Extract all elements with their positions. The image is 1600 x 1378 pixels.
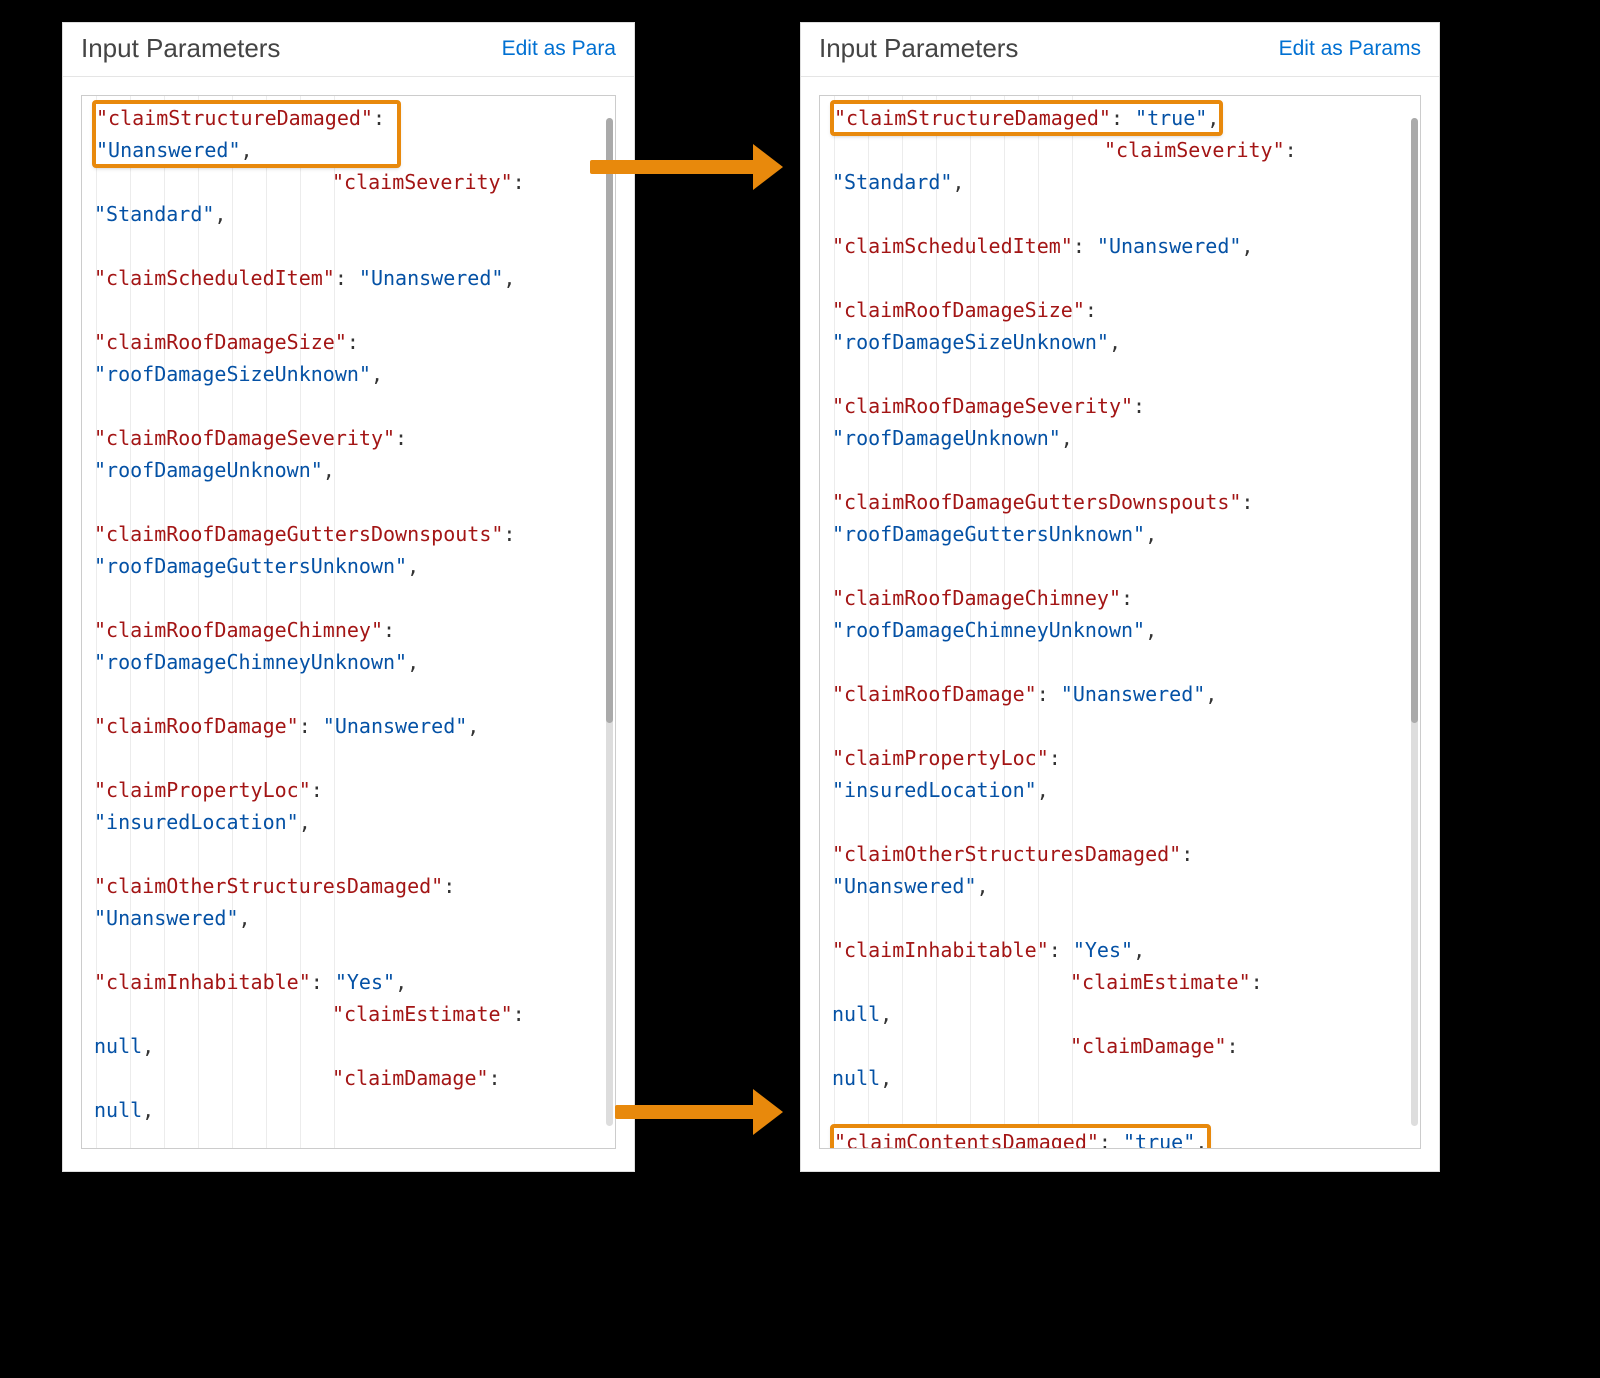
blank-line [824,550,1416,582]
blank-line [824,262,1416,294]
json-line: "claimStructureDamaged": "true", [824,102,1416,134]
json-line: "claimRoofDamageChimney": "roofDamageChi… [86,614,611,678]
json-line: "claimRoofDamageSeverity": "roofDamageUn… [824,390,1416,454]
code-area-wrap: "claimStructureDamaged": "true","claimSe… [801,77,1439,1167]
edit-as-params-link[interactable]: Edit as Para [502,37,616,61]
json-line: "claimStructureDamaged": "Unanswered", [86,102,611,166]
arrow-icon [615,1105,755,1119]
json-line: "claimPropertyLoc": "insuredLocation", [824,742,1416,806]
blank-line [824,454,1416,486]
json-line: "claimRoofDamageSize": "roofDamageSizeUn… [824,294,1416,358]
blank-line [86,678,611,710]
json-line: "claimScheduledItem": "Unanswered", [86,262,611,294]
blank-line [86,390,611,422]
blank-line [86,742,611,774]
blank-line [824,646,1416,678]
json-editor[interactable]: "claimStructureDamaged": "true","claimSe… [819,95,1421,1149]
code-area-wrap: "claimStructureDamaged": "Unanswered","c… [63,77,634,1167]
blank-line [86,934,611,966]
json-line: "claimEstimate": null, [824,966,1416,1030]
json-line: "claimScheduledItem": "Unanswered", [824,230,1416,262]
blank-line [824,710,1416,742]
blank-line [86,838,611,870]
arrow-icon [590,160,755,174]
panel-header: Input Parameters Edit as Para [63,23,634,77]
blank-line [86,230,611,262]
edit-as-params-link[interactable]: Edit as Params [1279,37,1421,61]
json-line: "claimOtherStructuresDamaged": "Unanswer… [824,838,1416,902]
blank-line [824,902,1416,934]
blank-line [86,486,611,518]
input-parameters-panel-after: Input Parameters Edit as Params "claimSt… [800,22,1440,1172]
json-line: "claimSeverity": "Standard", [86,166,611,230]
json-line: "claimRoofDamageSize": "roofDamageSizeUn… [86,326,611,390]
json-line: "claimPropertyLoc": "insuredLocation", [86,774,611,838]
blank-line [86,582,611,614]
blank-line [824,806,1416,838]
json-line: "claimRoofDamageChimney": "roofDamageChi… [824,582,1416,646]
blank-line [824,1094,1416,1126]
json-line: "claimRoofDamageGuttersDownspouts": "roo… [86,518,611,582]
panel-title: Input Parameters [819,33,1018,64]
json-line: "claimRoofDamageSeverity": "roofDamageUn… [86,422,611,486]
json-line: "claimDamage": null, [86,1062,611,1126]
json-editor[interactable]: "claimStructureDamaged": "Unanswered","c… [81,95,616,1149]
scrollbar[interactable] [1411,118,1418,1126]
panel-header: Input Parameters Edit as Params [801,23,1439,77]
json-line: "claimContentsDamaged": "true", [824,1126,1416,1149]
panel-title: Input Parameters [81,33,280,64]
json-line: "claimEstimate": null, [86,998,611,1062]
blank-line [86,1126,611,1149]
json-line: "claimRoofDamage": "Unanswered", [86,710,611,742]
json-line: "claimSeverity": "Standard", [824,134,1416,198]
json-line: "claimRoofDamageGuttersDownspouts": "roo… [824,486,1416,550]
json-line: "claimInhabitable": "Yes", [86,966,611,998]
scrollbar[interactable] [606,118,613,1126]
input-parameters-panel-before: Input Parameters Edit as Para "claimStru… [62,22,635,1172]
blank-line [824,358,1416,390]
blank-line [824,198,1416,230]
json-line: "claimOtherStructuresDamaged": "Unanswer… [86,870,611,934]
json-line: "claimDamage": null, [824,1030,1416,1094]
blank-line [86,294,611,326]
json-line: "claimRoofDamage": "Unanswered", [824,678,1416,710]
json-line: "claimInhabitable": "Yes", [824,934,1416,966]
